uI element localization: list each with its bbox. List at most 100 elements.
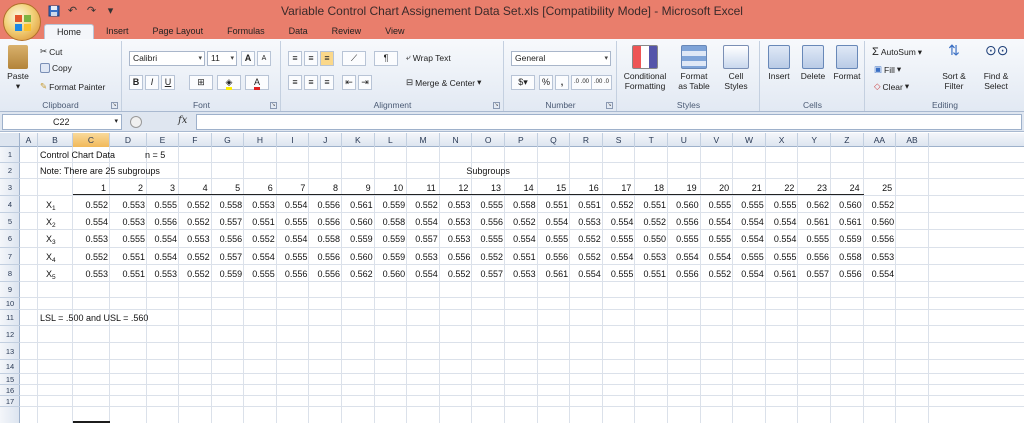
tab-home[interactable]: Home bbox=[44, 24, 95, 39]
number-format-select[interactable]: General ▾ bbox=[511, 51, 611, 66]
fill-button[interactable]: ▣ Fill ▾ bbox=[874, 64, 901, 75]
alignment-launcher-icon[interactable]: ↘ bbox=[493, 102, 500, 109]
font-color-button[interactable]: A bbox=[245, 75, 269, 90]
column-header-k[interactable]: K bbox=[342, 133, 375, 147]
format-cells-button[interactable]: Format bbox=[831, 45, 863, 81]
font-size-select[interactable]: 11 ▾ bbox=[207, 51, 237, 66]
tab-view[interactable]: View bbox=[373, 24, 416, 39]
tab-data[interactable]: Data bbox=[277, 24, 320, 39]
borders-button[interactable]: ⊞ bbox=[189, 75, 213, 90]
column-header-z[interactable]: Z bbox=[831, 133, 864, 147]
row-header-8[interactable]: 8 bbox=[0, 265, 20, 282]
row-header-16[interactable]: 16 bbox=[0, 385, 20, 396]
tab-insert[interactable]: Insert bbox=[94, 24, 141, 39]
merge-center-button[interactable]: ⊟ Merge & Center ▾ bbox=[406, 77, 481, 88]
increase-decimal-button[interactable]: .0 .00 bbox=[571, 75, 593, 90]
column-header-t[interactable]: T bbox=[635, 133, 668, 147]
row-header-6[interactable]: 6 bbox=[0, 230, 20, 248]
tab-review[interactable]: Review bbox=[320, 24, 374, 39]
column-header-j[interactable]: J bbox=[309, 133, 342, 147]
wrap-text-button[interactable]: ⤶ Wrap Text bbox=[406, 52, 451, 63]
row-header-2[interactable]: 2 bbox=[0, 163, 20, 179]
column-header-f[interactable]: F bbox=[179, 133, 212, 147]
increase-indent-icon[interactable]: ⇥ bbox=[358, 75, 372, 90]
paste-button[interactable]: Paste ▾ bbox=[4, 45, 32, 91]
column-header-e[interactable]: E bbox=[147, 133, 179, 147]
format-as-table-button[interactable]: Format as Table bbox=[674, 45, 714, 91]
column-header-c[interactable]: C bbox=[73, 133, 110, 147]
row-header-4[interactable]: 4 bbox=[0, 196, 20, 213]
align-bottom-icon[interactable]: ≡ bbox=[320, 51, 334, 66]
column-header-aa[interactable]: AA bbox=[864, 133, 897, 147]
conditional-formatting-button[interactable]: Conditional Formatting bbox=[620, 45, 670, 91]
column-header-g[interactable]: G bbox=[212, 133, 245, 147]
row-header-7[interactable]: 7 bbox=[0, 248, 20, 265]
row-header-1[interactable]: 1 bbox=[0, 147, 20, 163]
tab-page-layout[interactable]: Page Layout bbox=[141, 24, 216, 39]
row-header-10[interactable]: 10 bbox=[0, 298, 20, 310]
percent-button[interactable]: % bbox=[539, 75, 554, 90]
column-header-ab[interactable]: AB bbox=[896, 133, 929, 147]
clipboard-launcher-icon[interactable]: ↘ bbox=[111, 102, 118, 109]
row-header-11[interactable]: 11 bbox=[0, 310, 20, 326]
column-header-s[interactable]: S bbox=[603, 133, 636, 147]
delete-cells-button[interactable]: Delete bbox=[797, 45, 829, 81]
column-header-d[interactable]: D bbox=[110, 133, 147, 147]
align-top-icon[interactable]: ≡ bbox=[288, 51, 302, 66]
bold-button[interactable]: B bbox=[129, 75, 143, 90]
column-header-v[interactable]: V bbox=[701, 133, 734, 147]
comma-button[interactable]: , bbox=[555, 75, 569, 90]
font-name-select[interactable]: Calibri ▾ bbox=[129, 51, 205, 66]
decrease-indent-icon[interactable]: ⇤ bbox=[342, 75, 356, 90]
row-header-3[interactable]: 3 bbox=[0, 179, 20, 196]
column-header-u[interactable]: U bbox=[668, 133, 701, 147]
column-header-n[interactable]: N bbox=[440, 133, 473, 147]
row-header-9[interactable]: 9 bbox=[0, 282, 20, 298]
column-header-y[interactable]: Y bbox=[798, 133, 831, 147]
column-header-r[interactable]: R bbox=[570, 133, 603, 147]
row-header-13[interactable]: 13 bbox=[0, 343, 20, 360]
text-direction-icon[interactable]: ¶ bbox=[374, 51, 398, 66]
column-header-w[interactable]: W bbox=[733, 133, 766, 147]
formula-cancel-icon[interactable] bbox=[130, 116, 142, 128]
column-header-q[interactable]: Q bbox=[538, 133, 571, 147]
cut-button[interactable]: ✂ Cut bbox=[40, 46, 62, 57]
align-left-icon[interactable]: ≡ bbox=[288, 75, 302, 90]
formula-input[interactable] bbox=[196, 114, 1022, 130]
fill-color-button[interactable]: ◈ bbox=[217, 75, 241, 90]
column-header-x[interactable]: X bbox=[766, 133, 799, 147]
decrease-decimal-button[interactable]: .00 .0 bbox=[591, 75, 613, 90]
row-header-5[interactable]: 5 bbox=[0, 213, 20, 230]
number-launcher-icon[interactable]: ↘ bbox=[606, 102, 613, 109]
column-header-b[interactable]: B bbox=[38, 133, 73, 147]
shrink-font-button[interactable]: A bbox=[257, 51, 271, 66]
find-select-button[interactable]: ⊙⊙ Find & Select bbox=[976, 43, 1016, 91]
insert-cells-button[interactable]: Insert bbox=[763, 45, 795, 81]
name-box[interactable]: C22 ▾ bbox=[2, 114, 122, 130]
row-header-15[interactable]: 15 bbox=[0, 374, 20, 385]
align-right-icon[interactable]: ≡ bbox=[320, 75, 334, 90]
align-middle-icon[interactable]: ≡ bbox=[304, 51, 318, 66]
underline-button[interactable]: U bbox=[161, 75, 175, 90]
row-header-12[interactable]: 12 bbox=[0, 326, 20, 343]
worksheet-grid[interactable]: Control Chart Data n = 5 Note: There are 2… bbox=[20, 147, 1024, 423]
copy-button[interactable]: Copy bbox=[40, 63, 72, 73]
insert-function-button[interactable]: fx bbox=[178, 115, 187, 126]
clear-button[interactable]: ◇ Clear ▾ bbox=[874, 81, 909, 92]
sort-filter-button[interactable]: ⇅ Sort & Filter bbox=[936, 43, 972, 91]
column-header-a[interactable]: A bbox=[20, 133, 38, 147]
align-center-icon[interactable]: ≡ bbox=[304, 75, 318, 90]
column-header-l[interactable]: L bbox=[375, 133, 408, 147]
office-button[interactable] bbox=[3, 3, 41, 41]
row-header-14[interactable]: 14 bbox=[0, 360, 20, 374]
select-all-button[interactable] bbox=[0, 133, 20, 147]
format-painter-button[interactable]: ✎ Format Painter bbox=[40, 81, 105, 92]
italic-button[interactable]: I bbox=[145, 75, 159, 90]
orientation-icon[interactable]: ⟋ bbox=[342, 51, 366, 66]
accounting-format-icon[interactable]: $▾ bbox=[511, 75, 535, 90]
row-header-17[interactable]: 17 bbox=[0, 396, 20, 407]
column-header-p[interactable]: P bbox=[505, 133, 538, 147]
font-launcher-icon[interactable]: ↘ bbox=[270, 102, 277, 109]
cell-styles-button[interactable]: Cell Styles bbox=[718, 45, 754, 91]
column-header-o[interactable]: O bbox=[472, 133, 505, 147]
